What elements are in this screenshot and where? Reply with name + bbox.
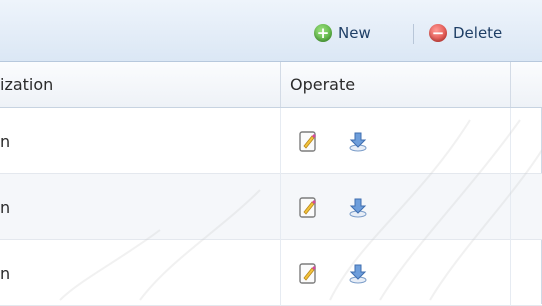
cell-divider <box>280 240 281 306</box>
column-header-operate[interactable]: Operate <box>290 62 355 107</box>
column-header-organization[interactable]: ization <box>0 62 53 107</box>
minus-circle-icon: − <box>429 24 447 42</box>
organization-cell: n <box>0 131 11 151</box>
plus-circle-icon: + <box>314 24 332 42</box>
table-header: ization Operate <box>0 62 542 108</box>
table-row[interactable]: n <box>0 174 542 240</box>
new-button-label: New <box>338 24 371 42</box>
grid-panel: + New − Delete ization Operate n n n <box>0 0 542 306</box>
edit-icon[interactable] <box>296 129 320 153</box>
grid-toolbar: + New − Delete <box>0 0 542 62</box>
delete-button[interactable]: − Delete <box>429 22 502 44</box>
cell-divider <box>510 174 511 240</box>
organization-cell: n <box>0 197 11 217</box>
table-row[interactable]: n <box>0 240 542 306</box>
toolbar-separator <box>413 24 414 44</box>
download-icon[interactable] <box>346 261 370 285</box>
download-icon[interactable] <box>346 129 370 153</box>
column-divider[interactable] <box>280 62 281 107</box>
organization-cell: n <box>0 263 11 283</box>
cell-divider <box>510 108 511 174</box>
column-divider[interactable] <box>510 62 511 107</box>
new-button[interactable]: + New <box>314 22 371 44</box>
edit-icon[interactable] <box>296 195 320 219</box>
cell-divider <box>510 240 511 306</box>
table-row[interactable]: n <box>0 108 542 174</box>
download-icon[interactable] <box>346 195 370 219</box>
cell-divider <box>280 174 281 240</box>
edit-icon[interactable] <box>296 261 320 285</box>
cell-divider <box>280 108 281 174</box>
delete-button-label: Delete <box>453 24 503 42</box>
